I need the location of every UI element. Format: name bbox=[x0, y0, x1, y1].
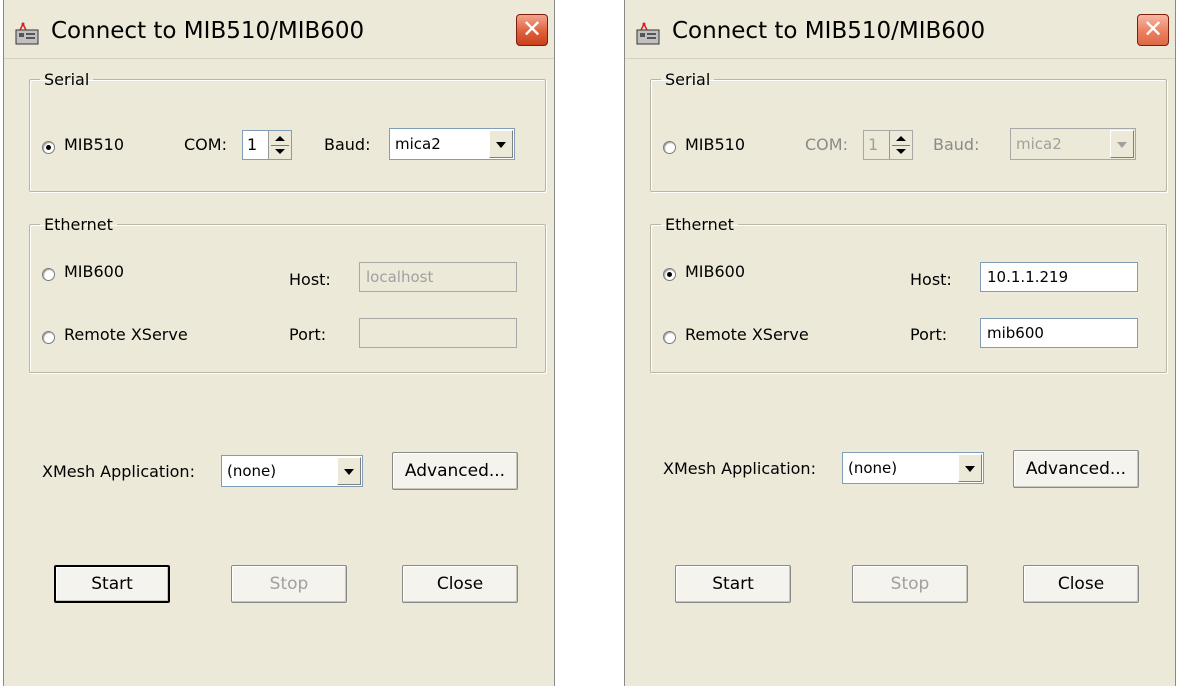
ethernet-legend: Ethernet bbox=[44, 215, 113, 234]
mib510-label: MIB510 bbox=[685, 135, 746, 154]
advanced-button[interactable]: Advanced... bbox=[392, 452, 518, 490]
port-input[interactable]: mib600 bbox=[980, 318, 1138, 348]
mote-app-icon bbox=[15, 22, 39, 45]
baud-value: mica2 bbox=[1016, 135, 1062, 153]
connect-dialog-ethernet: Connect to MIB510/MIB600 ✕ Serial MIB510… bbox=[624, 0, 1176, 686]
stop-button[interactable]: Stop bbox=[852, 565, 968, 603]
mib600-label: MIB600 bbox=[685, 262, 746, 281]
mib600-radio[interactable] bbox=[42, 268, 55, 281]
start-button[interactable]: Start bbox=[54, 565, 170, 603]
mib510-radio[interactable] bbox=[42, 141, 55, 154]
remote-xserve-radio[interactable] bbox=[42, 331, 55, 344]
dialog-title: Connect to MIB510/MIB600 bbox=[51, 18, 365, 44]
remote-xserve-radio[interactable] bbox=[663, 331, 676, 344]
close-icon[interactable]: ✕ bbox=[1137, 14, 1169, 46]
baud-label: Baud: bbox=[324, 135, 371, 154]
com-port-value: 1 bbox=[247, 135, 258, 154]
xmesh-app-value: (none) bbox=[227, 462, 277, 480]
start-button[interactable]: Start bbox=[675, 565, 791, 603]
chevron-down-icon[interactable] bbox=[489, 130, 513, 158]
serial-legend: Serial bbox=[665, 70, 711, 89]
mib510-radio[interactable] bbox=[663, 141, 676, 154]
baud-select[interactable]: mica2 bbox=[389, 128, 515, 160]
spin-arrows-icon[interactable] bbox=[889, 131, 912, 159]
com-label: COM: bbox=[184, 135, 227, 154]
xmesh-label: XMesh Application: bbox=[42, 462, 195, 481]
connect-dialog-serial: Connect to MIB510/MIB600 ✕ Serial MIB510… bbox=[3, 0, 555, 686]
chevron-down-icon[interactable] bbox=[1110, 130, 1134, 158]
mib600-radio[interactable] bbox=[663, 268, 676, 281]
xmesh-app-value: (none) bbox=[848, 459, 898, 477]
stop-button[interactable]: Stop bbox=[231, 565, 347, 603]
host-input[interactable]: 10.1.1.219 bbox=[980, 262, 1138, 292]
baud-value: mica2 bbox=[395, 135, 441, 153]
dialog-title: Connect to MIB510/MIB600 bbox=[672, 18, 986, 44]
close-icon[interactable]: ✕ bbox=[516, 14, 548, 46]
baud-select[interactable]: mica2 bbox=[1010, 128, 1136, 160]
mote-app-icon bbox=[636, 22, 660, 45]
baud-label: Baud: bbox=[933, 135, 980, 154]
ethernet-group: Ethernet bbox=[650, 215, 1167, 373]
close-button[interactable]: Close bbox=[402, 565, 518, 603]
com-port-stepper[interactable]: 1 bbox=[242, 130, 292, 160]
xmesh-app-select[interactable]: (none) bbox=[842, 452, 984, 484]
chevron-down-icon[interactable] bbox=[958, 454, 982, 482]
port-label: Port: bbox=[910, 325, 948, 344]
port-label: Port: bbox=[289, 325, 327, 344]
host-label: Host: bbox=[910, 270, 952, 289]
xmesh-app-select[interactable]: (none) bbox=[221, 455, 363, 487]
xmesh-label: XMesh Application: bbox=[663, 459, 816, 478]
port-input[interactable] bbox=[359, 318, 517, 348]
advanced-button[interactable]: Advanced... bbox=[1013, 450, 1139, 488]
title-bar[interactable]: Connect to MIB510/MIB600 ✕ bbox=[625, 0, 1175, 59]
serial-legend: Serial bbox=[44, 70, 90, 89]
remote-xserve-label: Remote XServe bbox=[685, 325, 809, 344]
close-button[interactable]: Close bbox=[1023, 565, 1139, 603]
ethernet-group: Ethernet bbox=[29, 215, 546, 373]
remote-xserve-label: Remote XServe bbox=[64, 325, 188, 344]
mib600-label: MIB600 bbox=[64, 262, 125, 281]
spin-arrows-icon[interactable] bbox=[268, 131, 291, 159]
title-bar[interactable]: Connect to MIB510/MIB600 ✕ bbox=[4, 0, 554, 59]
host-input[interactable]: localhost bbox=[359, 262, 517, 292]
host-label: Host: bbox=[289, 270, 331, 289]
chevron-down-icon[interactable] bbox=[337, 457, 361, 485]
com-port-value: 1 bbox=[868, 135, 879, 154]
com-label: COM: bbox=[805, 135, 848, 154]
mib510-label: MIB510 bbox=[64, 135, 125, 154]
ethernet-legend: Ethernet bbox=[665, 215, 734, 234]
com-port-stepper[interactable]: 1 bbox=[863, 130, 913, 160]
